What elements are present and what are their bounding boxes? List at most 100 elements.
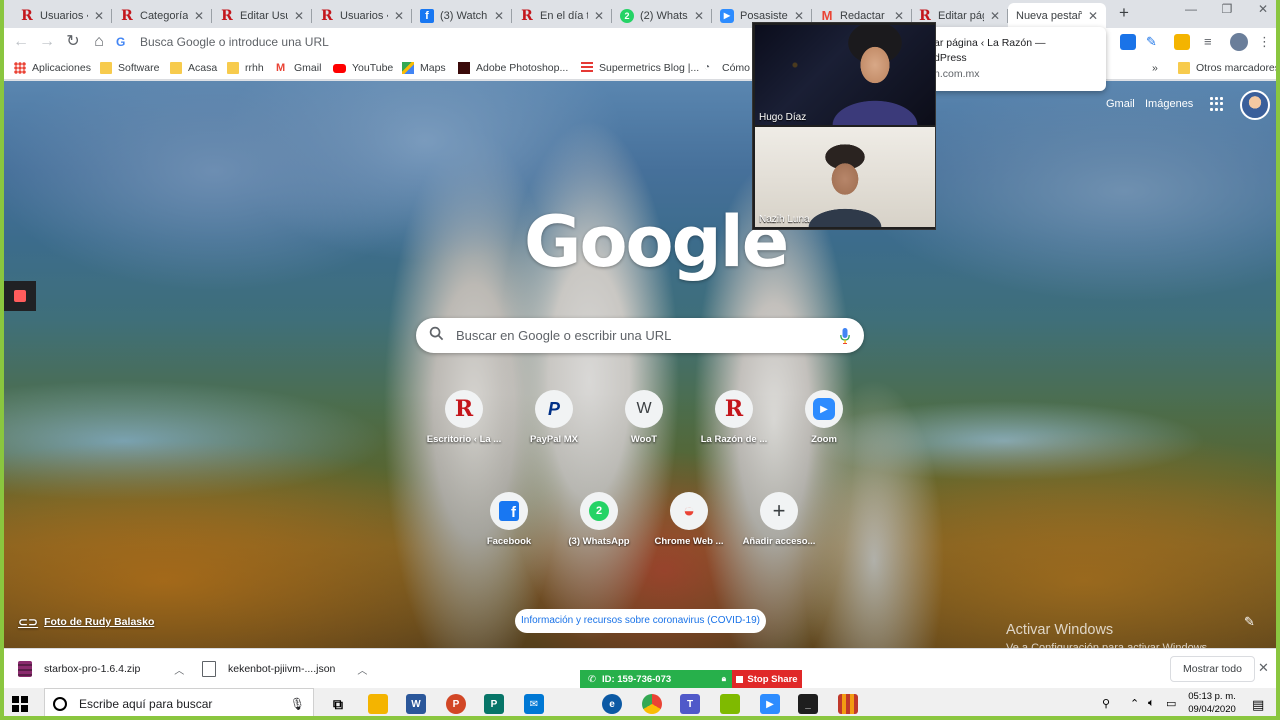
minimize-button[interactable]: — <box>1176 2 1206 22</box>
reading-list-icon[interactable]: ≡ <box>1204 34 1220 50</box>
zoom-icon[interactable]: ▶ <box>760 694 780 714</box>
shortcut-zoom[interactable]: ▶ Zoom <box>779 390 869 445</box>
microphone-icon[interactable]: 🎙︎ <box>290 697 305 711</box>
new-tab-button[interactable]: + <box>1114 3 1134 25</box>
shortcut-facebook[interactable]: f Facebook <box>464 492 554 547</box>
close-icon[interactable]: ✕ <box>892 9 906 23</box>
bookmark-software[interactable]: Software <box>100 60 159 76</box>
people-icon[interactable]: ⚲ <box>1102 697 1110 710</box>
network-icon[interactable]: ▭ <box>1166 697 1176 710</box>
stop-share-button[interactable]: Stop Share <box>732 670 802 688</box>
participant-video[interactable]: Nazih Luna <box>755 127 935 227</box>
system-clock[interactable]: 05:13 p. m. 09/04/2020 <box>1182 690 1242 716</box>
participant-video[interactable]: Hugo Díaz <box>755 25 935 125</box>
app-icon[interactable] <box>838 694 858 714</box>
shortcut-la-razon[interactable]: R La Razón de ... <box>689 390 779 445</box>
close-icon[interactable]: ✕ <box>292 9 306 23</box>
tab-categorias[interactable]: R Categorías ✕ <box>114 3 212 28</box>
bookmark-maps[interactable]: Maps <box>402 60 446 76</box>
download-item[interactable]: starbox-pro-1.6.4.zip ︿ <box>18 657 184 681</box>
chrome-icon[interactable] <box>642 694 662 714</box>
chevron-up-icon[interactable]: ︿ <box>357 662 367 677</box>
shortcut-whatsapp[interactable]: 2 (3) WhatsApp <box>554 492 644 547</box>
bookmark-acasa[interactable]: Acasa <box>170 60 217 76</box>
close-icon[interactable]: ✕ <box>792 9 806 23</box>
zoom-video-panel[interactable]: Hugo Díaz Nazih Luna <box>752 22 936 230</box>
extension-bucket-icon[interactable] <box>1174 34 1190 50</box>
meeting-id-badge[interactable]: ✆ ID: 159-736-073 🔒︎ <box>580 670 732 688</box>
close-icon[interactable]: ✕ <box>392 9 406 23</box>
edge-icon[interactable]: e <box>602 694 622 714</box>
home-button[interactable]: ⌂ <box>88 31 110 53</box>
close-icon[interactable]: ✕ <box>92 9 106 23</box>
tab-nueva-pestana[interactable]: Nueva pestaña ✕ <box>1008 3 1106 28</box>
shortcut-paypal[interactable]: P PayPal MX <box>509 390 599 445</box>
covid-info-link[interactable]: Información y recursos sobre coronavirus… <box>515 609 766 633</box>
profile-avatar-icon[interactable] <box>1230 33 1248 51</box>
reload-button[interactable]: ↻ <box>62 31 84 53</box>
taskbar-search-box[interactable]: Escribe aquí para buscar 🎙︎ <box>44 688 314 716</box>
store-icon[interactable] <box>368 694 388 714</box>
close-icon[interactable]: ✕ <box>1086 9 1100 23</box>
tab-usuarios-1[interactable]: R Usuarios ‹ La ✕ <box>14 3 112 28</box>
notes-icon[interactable] <box>720 694 740 714</box>
tab-editar-usuario[interactable]: R Editar Usuar ✕ <box>214 3 312 28</box>
zoom-record-button[interactable] <box>4 281 36 311</box>
bookmark-supermetrics[interactable]: Supermetrics Blog |... <box>581 60 699 76</box>
powerpoint-icon[interactable]: P <box>446 694 466 714</box>
terminal-icon[interactable]: _ <box>798 694 818 714</box>
microphone-icon[interactable] <box>826 326 864 346</box>
show-all-downloads-button[interactable]: Mostrar todo <box>1170 656 1255 682</box>
download-item[interactable]: kekenbot-pjiivm-....json ︿ <box>202 657 367 681</box>
publisher-icon[interactable]: P <box>484 694 504 714</box>
search-box[interactable] <box>416 318 864 353</box>
close-icon[interactable]: ✕ <box>192 9 206 23</box>
bookmark-gmail[interactable]: M Gmail <box>276 60 321 76</box>
bookmarks-overflow-chevron[interactable]: » <box>1152 60 1158 76</box>
shortcut-woot[interactable]: W WooT <box>599 390 689 445</box>
notifications-icon[interactable]: ▤ <box>1252 697 1264 713</box>
tab-facebook-watch[interactable]: f (3) Watch ✕ <box>414 3 512 28</box>
chevron-up-icon[interactable]: ⌃ <box>1130 697 1139 710</box>
google-apps-icon[interactable] <box>1210 97 1224 111</box>
extension-shield-icon[interactable] <box>1120 34 1136 50</box>
shortcut-add[interactable]: + Añadir acceso... <box>734 492 824 547</box>
extension-pen-icon[interactable]: ✎ <box>1146 34 1162 50</box>
tab-usuarios-2[interactable]: R Usuarios ‹ La ✕ <box>314 3 412 28</box>
close-icon[interactable]: ✕ <box>1258 660 1269 676</box>
back-button[interactable]: ← <box>10 31 32 53</box>
bookmark-como[interactable]: ◔ Cómo c <box>704 60 758 76</box>
address-bar[interactable]: G Busca Google o introduce una URL <box>116 31 756 53</box>
close-icon[interactable]: ✕ <box>592 9 606 23</box>
customize-pencil-icon[interactable]: ✎ <box>1244 614 1255 630</box>
volume-icon[interactable]: 🔈︎ <box>1148 697 1155 710</box>
file-icon <box>202 661 216 677</box>
shortcut-chrome-web-store[interactable]: ◒ Chrome Web ... <box>644 492 734 547</box>
maximize-button[interactable]: ❐ <box>1212 2 1242 22</box>
close-icon[interactable]: ✕ <box>692 9 706 23</box>
photo-credit-link[interactable]: ⊂⊃ Foto de Rudy Balasko <box>18 615 154 629</box>
forward-button[interactable]: → <box>36 31 58 53</box>
close-window-button[interactable]: ✕ <box>1248 2 1276 22</box>
close-icon[interactable]: ✕ <box>988 9 1002 23</box>
task-view-icon[interactable]: ⧉ <box>328 694 348 714</box>
tab-whatsapp[interactable]: 2 (2) WhatsA ✕ <box>614 3 712 28</box>
images-link[interactable]: Imágenes <box>1145 98 1193 110</box>
bookmark-rrhh[interactable]: rrhh <box>227 60 264 76</box>
bookmark-photoshop[interactable]: Adobe Photoshop... <box>458 60 568 76</box>
word-icon[interactable]: W <box>406 694 426 714</box>
bookmark-otros-marcadores[interactable]: Otros marcadores <box>1178 60 1276 76</box>
chevron-up-icon[interactable]: ︿ <box>174 662 184 677</box>
gmail-link[interactable]: Gmail <box>1106 98 1135 110</box>
menu-icon[interactable]: ⋮ <box>1258 34 1274 50</box>
tab-en-el-dia[interactable]: R En el día tr ✕ <box>514 3 612 28</box>
bookmark-youtube[interactable]: YouTube <box>333 60 393 76</box>
mail-icon[interactable]: ✉ <box>524 694 544 714</box>
account-avatar[interactable] <box>1240 90 1270 120</box>
close-icon[interactable]: ✕ <box>492 9 506 23</box>
bookmark-apps[interactable]: Aplicaciones <box>14 60 91 76</box>
shortcut-escritorio[interactable]: R Escritorio ‹ La ... <box>419 390 509 445</box>
search-input[interactable] <box>456 328 826 343</box>
start-button[interactable] <box>12 696 28 712</box>
teams-icon[interactable]: T <box>680 694 700 714</box>
